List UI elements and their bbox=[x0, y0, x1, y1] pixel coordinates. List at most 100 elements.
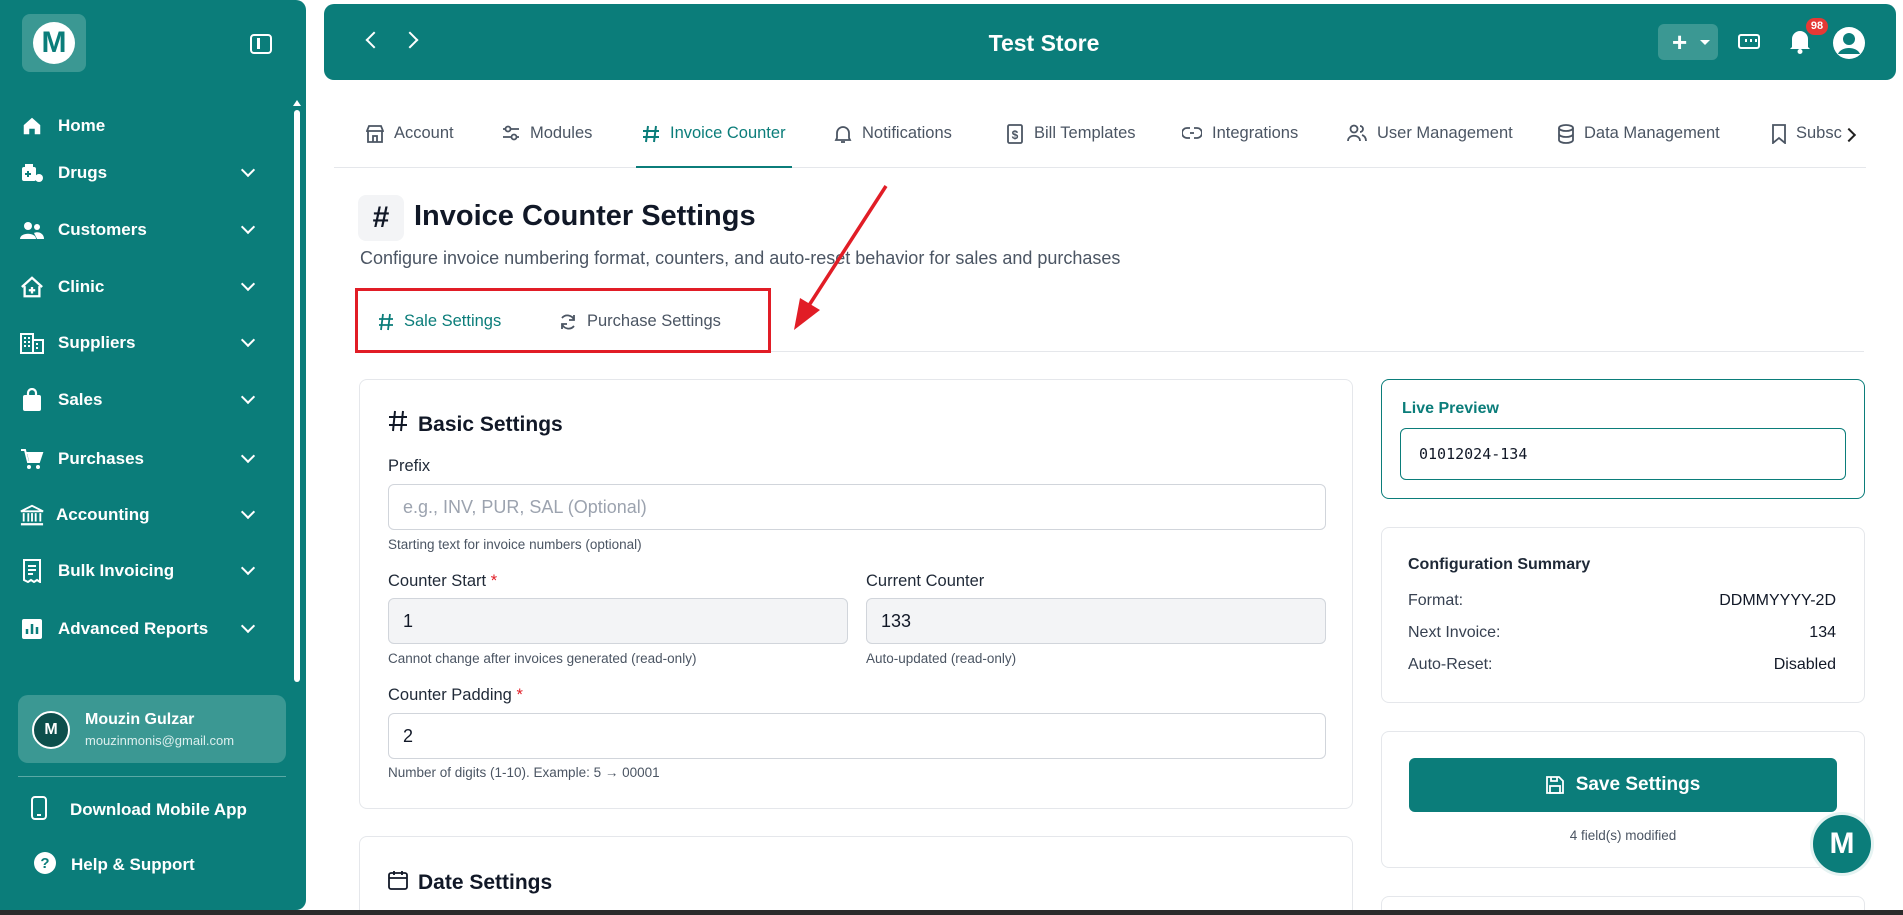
summary-value: Disabled bbox=[1773, 656, 1836, 673]
tab-user-management[interactable]: User Management bbox=[1347, 124, 1513, 168]
customers-icon bbox=[20, 218, 44, 242]
sidebar-item-suppliers[interactable]: Suppliers bbox=[0, 323, 290, 363]
database-icon bbox=[1558, 124, 1574, 144]
counter-padding-field[interactable]: 2 bbox=[388, 713, 1326, 759]
home-icon bbox=[20, 114, 44, 138]
counter-start-help: Cannot change after invoices generated (… bbox=[388, 651, 697, 666]
sidebar-item-drugs[interactable]: Drugs bbox=[0, 153, 290, 193]
app-logo[interactable]: M bbox=[22, 14, 86, 72]
keyboard-icon[interactable] bbox=[1738, 34, 1760, 49]
store-title: Test Store bbox=[988, 30, 1100, 56]
tab-data-management[interactable]: Data Management bbox=[1558, 124, 1720, 168]
sidebar-collapse-icon[interactable] bbox=[250, 34, 272, 54]
sidebar-item-accounting[interactable]: Accounting bbox=[0, 495, 290, 535]
sidebar-item-customers[interactable]: Customers bbox=[0, 210, 290, 250]
current-counter-label: Current Counter bbox=[866, 572, 985, 590]
store-icon bbox=[366, 124, 384, 144]
counter-padding-label-text: Counter Padding bbox=[388, 686, 512, 704]
profile-icon[interactable] bbox=[1832, 26, 1866, 65]
summary-label: Next Invoice: bbox=[1408, 624, 1501, 641]
sidebar-scrollbar[interactable] bbox=[294, 110, 300, 682]
tab-modules[interactable]: Modules bbox=[502, 124, 592, 168]
download-app-link[interactable]: Download Mobile App bbox=[30, 795, 247, 825]
sales-icon bbox=[20, 388, 44, 412]
cart-icon bbox=[20, 447, 44, 471]
required-mark: * bbox=[516, 686, 523, 704]
card-title-label: Date Settings bbox=[418, 871, 553, 894]
drugs-icon bbox=[20, 161, 44, 185]
sliders-icon bbox=[502, 124, 520, 142]
sidebar-item-home[interactable]: Home bbox=[0, 106, 290, 146]
sidebar-item-label: Clinic bbox=[58, 277, 105, 296]
tab-integrations[interactable]: Integrations bbox=[1182, 124, 1298, 168]
live-preview-card: Live Preview 01012024-134 bbox=[1381, 379, 1865, 499]
sidebar-item-label: Customers bbox=[58, 220, 147, 239]
caret-down-icon bbox=[1700, 40, 1710, 45]
sidebar-item-label: Sales bbox=[58, 390, 103, 409]
tab-label: Notifications bbox=[862, 124, 952, 142]
sidebar-item-label: Purchases bbox=[58, 449, 144, 468]
logo-letter: M bbox=[33, 22, 75, 64]
summary-title: Configuration Summary bbox=[1408, 556, 1591, 573]
link-icon bbox=[1182, 124, 1202, 142]
tab-label: Data Management bbox=[1584, 124, 1720, 142]
tab-notifications[interactable]: Notifications bbox=[834, 124, 952, 168]
tab-account[interactable]: Account bbox=[366, 124, 454, 168]
sidebar-item-advanced-reports[interactable]: Advanced Reports bbox=[0, 609, 290, 649]
forward-arrow-icon[interactable] bbox=[401, 31, 419, 49]
back-arrow-icon[interactable] bbox=[365, 31, 383, 49]
basic-settings-title: Basic Settings bbox=[388, 410, 563, 439]
help-support-link[interactable]: ? Help & Support bbox=[33, 850, 195, 880]
user-profile-card[interactable]: M Mouzin Gulzar mouzinmonis@gmail.com bbox=[18, 695, 286, 763]
assistant-fab-button[interactable]: M bbox=[1810, 812, 1874, 876]
chevron-down-icon bbox=[240, 219, 256, 235]
prefix-input[interactable]: e.g., INV, PUR, SAL (Optional) bbox=[388, 484, 1326, 530]
counter-padding-label: Counter Padding * bbox=[388, 686, 523, 705]
sidebar-item-clinic[interactable]: Clinic bbox=[0, 267, 290, 307]
save-settings-button[interactable]: Save Settings bbox=[1409, 758, 1837, 812]
tab-label: Bill Templates bbox=[1034, 124, 1136, 142]
summary-row: Format: DDMMYYYY-2D bbox=[1408, 592, 1836, 610]
tab-label: Subsc bbox=[1796, 124, 1842, 142]
page-title: Invoice Counter Settings bbox=[414, 200, 756, 232]
scroll-up-arrow[interactable] bbox=[293, 100, 301, 106]
hash-icon bbox=[642, 124, 660, 144]
users-icon bbox=[1347, 124, 1367, 142]
dollar-doc-icon: $ bbox=[1006, 124, 1024, 144]
tab-label: User Management bbox=[1377, 124, 1513, 142]
save-icon bbox=[1545, 776, 1564, 794]
live-preview-label: Live Preview bbox=[1402, 400, 1499, 417]
counter-start-field[interactable]: 1 bbox=[388, 598, 848, 644]
sidebar-item-label: Drugs bbox=[58, 163, 108, 182]
help-icon: ? bbox=[33, 851, 57, 880]
quick-add-button[interactable]: + bbox=[1658, 24, 1718, 60]
current-counter-help: Auto-updated (read-only) bbox=[866, 651, 1017, 666]
sidebar-item-purchases[interactable]: Purchases bbox=[0, 439, 290, 479]
app-window: M Home Drugs Customers Clinic Suppliers … bbox=[0, 0, 1903, 910]
tab-subscription[interactable]: Subsc bbox=[1772, 124, 1868, 168]
chevron-down-icon bbox=[240, 618, 256, 634]
summary-label: Auto-Reset: bbox=[1408, 656, 1493, 673]
counter-padding-help: Number of digits (1-10). Example: 5 → 00… bbox=[388, 765, 660, 780]
sidebar-divider bbox=[18, 776, 286, 777]
configuration-summary-card: Configuration Summary Format: DDMMYYYY-2… bbox=[1381, 527, 1865, 703]
calendar-icon bbox=[388, 869, 408, 897]
date-settings-title: Date Settings bbox=[388, 869, 552, 897]
bookmark-icon bbox=[1772, 124, 1786, 144]
summary-row: Auto-Reset: Disabled bbox=[1408, 656, 1836, 674]
tab-label: Account bbox=[394, 124, 454, 142]
sidebar-item-label: Suppliers bbox=[58, 333, 136, 352]
sidebar-item-label: Advanced Reports bbox=[58, 619, 209, 638]
plus-icon: + bbox=[1672, 27, 1688, 57]
chevron-down-icon bbox=[240, 389, 256, 405]
tab-invoice-counter[interactable]: Invoice Counter bbox=[636, 124, 792, 168]
sidebar-item-bulk-invoicing[interactable]: Bulk Invoicing bbox=[0, 551, 290, 591]
tab-bill-templates[interactable]: $ Bill Templates bbox=[1006, 124, 1136, 168]
help-support-label: Help & Support bbox=[71, 855, 195, 874]
tab-label: Invoice Counter bbox=[670, 124, 786, 142]
annotation-arrow-icon bbox=[794, 185, 888, 330]
sidebar-item-sales[interactable]: Sales bbox=[0, 380, 290, 420]
prefix-help: Starting text for invoice numbers (optio… bbox=[388, 537, 642, 552]
current-counter-field[interactable]: 133 bbox=[866, 598, 1326, 644]
notification-count-badge: 98 bbox=[1806, 18, 1828, 35]
